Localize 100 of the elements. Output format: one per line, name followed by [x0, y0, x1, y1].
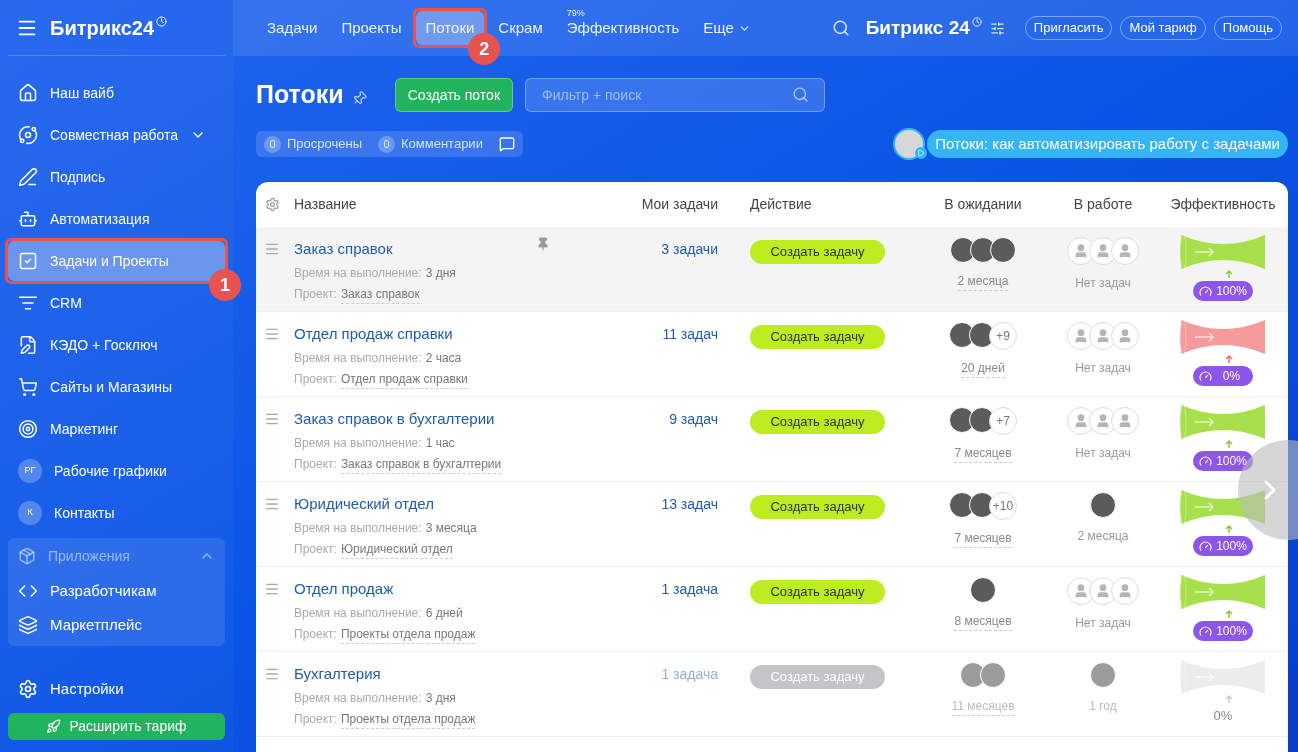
gauge-icon: [1199, 369, 1212, 383]
clock-icon: [156, 16, 168, 27]
initials-avatar: РГ: [18, 459, 42, 483]
clock-icon: [971, 17, 982, 27]
create-task-button[interactable]: Создать задачу: [750, 409, 885, 434]
sidebar-item[interactable]: Подпись: [8, 157, 225, 197]
person-icon: [1095, 413, 1111, 429]
field-label: Время на выполнение:: [294, 434, 422, 452]
flow-name-link[interactable]: Юридический отдел: [294, 493, 434, 516]
waiting-time: 7 месяцев: [954, 444, 1012, 463]
person-icon: [1117, 583, 1133, 599]
drag-handle-icon[interactable]: [264, 241, 280, 257]
flow-name-link[interactable]: Отдел продаж: [294, 578, 394, 601]
in-work-time: Нет задач: [1075, 445, 1131, 462]
sidebar-item[interactable]: КЭДО + Госключ: [8, 325, 225, 365]
my-tasks-link[interactable]: 1 задача: [618, 567, 718, 651]
column-header: Мои задачи: [640, 195, 718, 214]
sidebar-item[interactable]: К Контакты: [8, 493, 225, 533]
more-count: +7: [989, 407, 1017, 435]
presenter-avatar[interactable]: [893, 128, 926, 160]
project-link[interactable]: Отдел продаж справки: [340, 369, 468, 389]
in-work-time: Нет задач: [1075, 275, 1131, 292]
callout-number: 2: [468, 33, 501, 65]
field-label: Время на выполнение:: [294, 519, 422, 537]
create-task-button[interactable]: Создать задачу: [750, 494, 885, 519]
logo-text: Битрикс 24: [865, 15, 970, 40]
project-link[interactable]: Заказ справок в бухгалтерии: [340, 454, 502, 474]
create-task-button[interactable]: Создать задачу: [750, 579, 885, 604]
checkbox-icon: [18, 251, 38, 271]
lines-icon: [18, 293, 38, 313]
sidebar-item[interactable]: Маркетплейс: [8, 608, 225, 642]
efficiency-badge: 100%: [1193, 536, 1253, 556]
pin-icon[interactable]: [536, 237, 550, 251]
column-header: В работе: [1072, 195, 1134, 214]
my-tasks-link[interactable]: 3 задачи: [618, 227, 718, 311]
field-label: Время на выполнение:: [294, 689, 422, 707]
my-tasks-link[interactable]: 13 задач: [618, 482, 718, 566]
column-header: Эффективность: [1169, 195, 1277, 214]
sidebar-item[interactable]: Совместная работа: [8, 115, 225, 155]
sidebar-item[interactable]: Автоматизация: [8, 199, 225, 239]
gear-icon[interactable]: [265, 197, 280, 212]
flow-name-link[interactable]: Заказ справок: [294, 238, 393, 261]
efficiency-value: 0%: [1213, 707, 1233, 725]
project-link[interactable]: Проекты отдела продаж: [340, 624, 476, 644]
field-value: 6 дней: [425, 604, 463, 622]
column-header: Название: [294, 195, 358, 214]
my-tasks-link[interactable]: 11 задач: [618, 312, 718, 396]
sidebar-item[interactable]: Сайты и Магазины: [8, 367, 225, 407]
drag-handle-icon[interactable]: [264, 581, 280, 597]
sliders-icon[interactable]: [989, 20, 1005, 36]
field-value: 2 часа: [425, 349, 462, 367]
waiting-time: 7 месяцев: [954, 529, 1012, 548]
settings-item[interactable]: Настройки: [8, 669, 225, 709]
flow-name-link[interactable]: Заказ справок в бухгалтерии: [294, 408, 495, 431]
flow-name-link[interactable]: Отдел продаж справки: [294, 323, 453, 346]
field-label: Время на выполнение:: [294, 264, 422, 282]
field-value: 3 дня: [425, 264, 456, 282]
project-link[interactable]: Юридический отдел: [340, 539, 453, 559]
efficiency-badge: 0%: [1193, 366, 1253, 386]
pen-icon: [18, 167, 38, 187]
sidebar-item[interactable]: Маркетинг: [8, 409, 225, 449]
efficiency-badge: 100%: [1193, 621, 1253, 641]
column-header: В ожидании: [943, 195, 1023, 214]
person-icon: [1095, 328, 1111, 344]
field-label: Проект:: [294, 370, 337, 388]
nav-tab[interactable]: Еще: [693, 11, 761, 45]
create-task-button[interactable]: Создать задачу: [750, 324, 885, 349]
my-tasks-link[interactable]: 9 задач: [618, 397, 718, 481]
drag-handle-icon[interactable]: [264, 496, 280, 512]
box-icon: [18, 547, 36, 565]
drag-handle-icon[interactable]: [264, 411, 280, 427]
counter-filter[interactable]: 0 Просрочены: [264, 134, 362, 154]
avatar-photo-placeholder: [980, 662, 1006, 688]
upgrade-button[interactable]: Расширить тариф: [8, 713, 225, 740]
field-value: 3 месяца: [425, 519, 477, 537]
sidebar-item[interactable]: Разработчикам: [8, 574, 225, 608]
counter-filter[interactable]: 0 Комментарии: [378, 134, 483, 154]
drag-handle-icon[interactable]: [264, 326, 280, 342]
search-icon[interactable]: [831, 19, 850, 37]
in-work-time: Нет задач: [1075, 360, 1131, 377]
sidebar-item[interactable]: Наш вайб: [8, 73, 225, 113]
in-work-time: 2 месяца: [1077, 528, 1129, 545]
field-label: Проект:: [294, 455, 337, 473]
field-value: 3 дня: [425, 689, 456, 707]
avatar-photo-placeholder: [1090, 662, 1116, 688]
sidebar-item[interactable]: РГ Рабочие графики: [8, 451, 225, 491]
person-icon: [1117, 328, 1133, 344]
nav-tab[interactable]: Задачи: [257, 11, 328, 45]
create-flow-button[interactable]: Создать поток: [394, 78, 513, 112]
create-task-button[interactable]: Создать задачу: [750, 239, 885, 264]
more-count: +9: [989, 322, 1017, 350]
waiting-time: 8 месяцев: [954, 612, 1012, 631]
gauge-icon: [1199, 624, 1212, 638]
settings-icon: [18, 679, 38, 699]
nav-tab[interactable]: Проекты: [331, 11, 412, 45]
search-icon[interactable]: [792, 86, 809, 103]
logo-text: Битрикс24: [50, 15, 155, 41]
project-link[interactable]: Заказ справок: [340, 284, 420, 304]
efficiency-badge: 100%: [1193, 281, 1253, 301]
person-icon: [1073, 243, 1089, 259]
